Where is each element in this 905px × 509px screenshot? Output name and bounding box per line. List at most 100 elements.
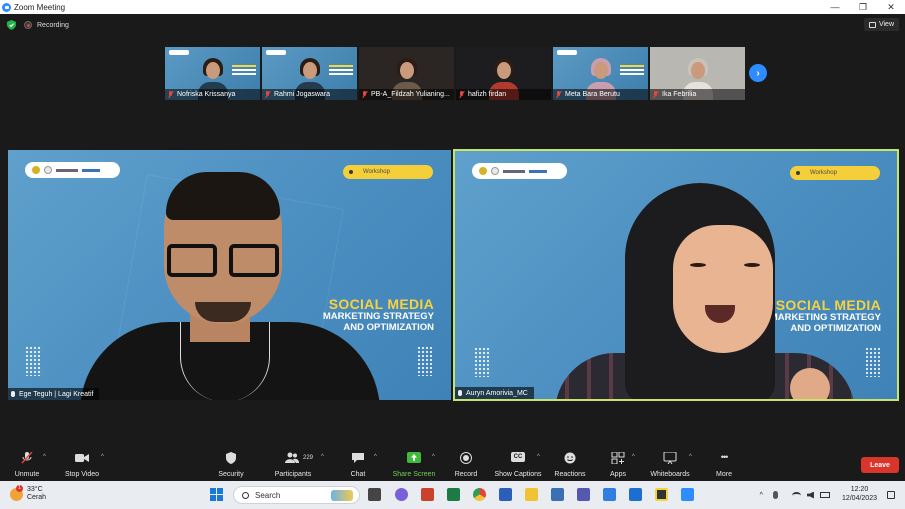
- participants-button[interactable]: Participants: [273, 447, 313, 481]
- notifications-icon[interactable]: [887, 491, 895, 499]
- security-shield-icon: [226, 452, 236, 464]
- video-tile-auryn-amorivia[interactable]: Workshop SOCIAL MEDIA MARKETING STRATEGY…: [453, 149, 899, 401]
- participant-thumbnail[interactable]: Rahmi Jogaswara: [262, 47, 357, 100]
- minimize-button[interactable]: —: [821, 0, 849, 14]
- mic-muted-icon: [653, 91, 658, 98]
- participant-name: PB-A_Fildzah Yulianing...: [371, 91, 450, 98]
- share-screen-icon: [407, 452, 421, 463]
- whiteboard-icon: [663, 452, 677, 464]
- participants-options-caret-icon[interactable]: ^: [321, 454, 324, 460]
- windows-start-icon[interactable]: [210, 488, 223, 501]
- chat-app-icon[interactable]: [395, 488, 408, 501]
- microphone-icon: [458, 390, 462, 396]
- dot-pattern: [417, 346, 433, 376]
- apps-label: Apps: [610, 471, 626, 478]
- weather-condition: Cerah: [27, 494, 47, 502]
- mic-muted-icon: [362, 91, 367, 98]
- stop-video-button[interactable]: Stop Video: [62, 447, 102, 481]
- share-screen-button[interactable]: Share Screen: [391, 447, 437, 481]
- reactions-button[interactable]: Reactions: [553, 447, 587, 481]
- share-screen-label: Share Screen: [392, 471, 436, 478]
- speaker-icon[interactable]: [806, 491, 814, 499]
- reactions-label: Reactions: [554, 471, 586, 478]
- tray-overflow-caret-icon[interactable]: ^: [760, 492, 763, 499]
- restore-button[interactable]: ❐: [849, 0, 877, 14]
- taskbar-clock[interactable]: 12:20 12/04/2023: [842, 486, 877, 504]
- slide-logo: [266, 50, 286, 55]
- search-icon: [242, 491, 249, 499]
- wifi-icon[interactable]: [791, 491, 801, 499]
- view-button[interactable]: View: [863, 18, 899, 31]
- stop-video-label: Stop Video: [64, 471, 100, 478]
- chat-options-caret-icon[interactable]: ^: [374, 454, 377, 460]
- clock-time: 12:20: [850, 486, 869, 494]
- mic-muted-icon: [459, 91, 464, 98]
- show-captions-label: Show Captions: [494, 471, 542, 478]
- chrome-icon[interactable]: [473, 488, 486, 501]
- calculator-icon[interactable]: [551, 488, 564, 501]
- task-view-icon[interactable]: [368, 488, 381, 501]
- apps-button[interactable]: Apps: [608, 447, 628, 481]
- unmute-label: Unmute: [14, 471, 40, 478]
- captions-icon: CC: [511, 452, 525, 462]
- word-icon[interactable]: [499, 488, 512, 501]
- slide-text: [620, 65, 644, 79]
- headline-line-1: SOCIAL MEDIA: [328, 296, 434, 312]
- recording-label: Recording: [37, 21, 69, 29]
- speaker-video: [80, 172, 380, 400]
- taskbar-search[interactable]: Search: [233, 486, 360, 504]
- mic-muted-icon: [168, 91, 173, 98]
- chat-bubble-icon: [352, 453, 364, 463]
- participant-name: Ika Febrilia: [662, 91, 697, 98]
- teams-icon[interactable]: [577, 488, 590, 501]
- video-options-caret-icon[interactable]: ^: [101, 454, 104, 460]
- headline-line-3: AND OPTIMIZATION: [343, 322, 434, 334]
- whiteboards-options-caret-icon[interactable]: ^: [689, 454, 692, 460]
- audio-options-caret-icon[interactable]: ^: [43, 454, 46, 460]
- encryption-shield-icon[interactable]: [7, 20, 16, 30]
- windows-taskbar: 1 33°C Cerah Search ^ 12:20 12/04/2023: [0, 481, 905, 509]
- zoom-taskbar-icon[interactable]: [681, 488, 694, 501]
- weather-widget[interactable]: 1 33°C Cerah: [10, 484, 47, 503]
- excel-icon[interactable]: [447, 488, 460, 501]
- file-explorer-icon[interactable]: [525, 488, 538, 501]
- mic-muted-icon: [265, 91, 270, 98]
- participant-thumbnail[interactable]: hafizh firdan: [456, 47, 551, 100]
- record-button[interactable]: Record: [452, 447, 480, 481]
- chat-button[interactable]: Chat: [346, 447, 370, 481]
- recording-icon: [24, 21, 32, 29]
- slide-headline: SOCIAL MEDIA MARKETING STRATEGY AND OPTI…: [323, 296, 434, 334]
- security-button[interactable]: Security: [215, 447, 247, 481]
- leave-button[interactable]: Leave: [861, 457, 899, 473]
- apps-options-caret-icon[interactable]: ^: [632, 454, 635, 460]
- view-grid-icon: [868, 21, 876, 28]
- record-label: Record: [454, 471, 478, 478]
- participant-name: Auryn Amorivia_MC: [466, 389, 528, 397]
- dot-pattern: [474, 347, 490, 377]
- search-highlight-icon: [331, 489, 353, 501]
- sticky-notes-icon[interactable]: [655, 488, 668, 501]
- slide-text: [232, 65, 256, 79]
- close-button[interactable]: ✕: [877, 0, 905, 14]
- powerpoint-icon[interactable]: [421, 488, 434, 501]
- show-captions-button[interactable]: CC Show Captions: [494, 447, 542, 481]
- unmute-button[interactable]: Unmute: [12, 447, 42, 481]
- mail-icon[interactable]: [629, 488, 642, 501]
- temperature: 33°C: [27, 486, 43, 493]
- video-tile-ege-teguh[interactable]: Workshop SOCIAL MEDIA MARKETING STRATEGY…: [8, 150, 451, 400]
- next-page-arrow-icon[interactable]: ›: [749, 64, 767, 82]
- participant-thumbnail[interactable]: Nofriska Krissanya: [165, 47, 260, 100]
- battery-icon[interactable]: [819, 492, 830, 498]
- security-label: Security: [218, 471, 244, 478]
- share-options-caret-icon[interactable]: ^: [432, 454, 435, 460]
- tray-mic-icon[interactable]: [772, 491, 778, 499]
- todo-icon[interactable]: [603, 488, 616, 501]
- participant-thumbnail[interactable]: Meta Bara Berutu: [553, 47, 648, 100]
- smiley-icon: [564, 452, 576, 464]
- captions-options-caret-icon[interactable]: ^: [537, 454, 540, 460]
- meeting-topbar: Recording View: [0, 14, 905, 36]
- participant-thumbnail[interactable]: PB-A_Fildzah Yulianing...: [359, 47, 454, 100]
- participant-thumbnail[interactable]: Ika Febrilia: [650, 47, 745, 100]
- more-button[interactable]: ••• More: [712, 447, 736, 481]
- whiteboards-button[interactable]: Whiteboards: [648, 447, 692, 481]
